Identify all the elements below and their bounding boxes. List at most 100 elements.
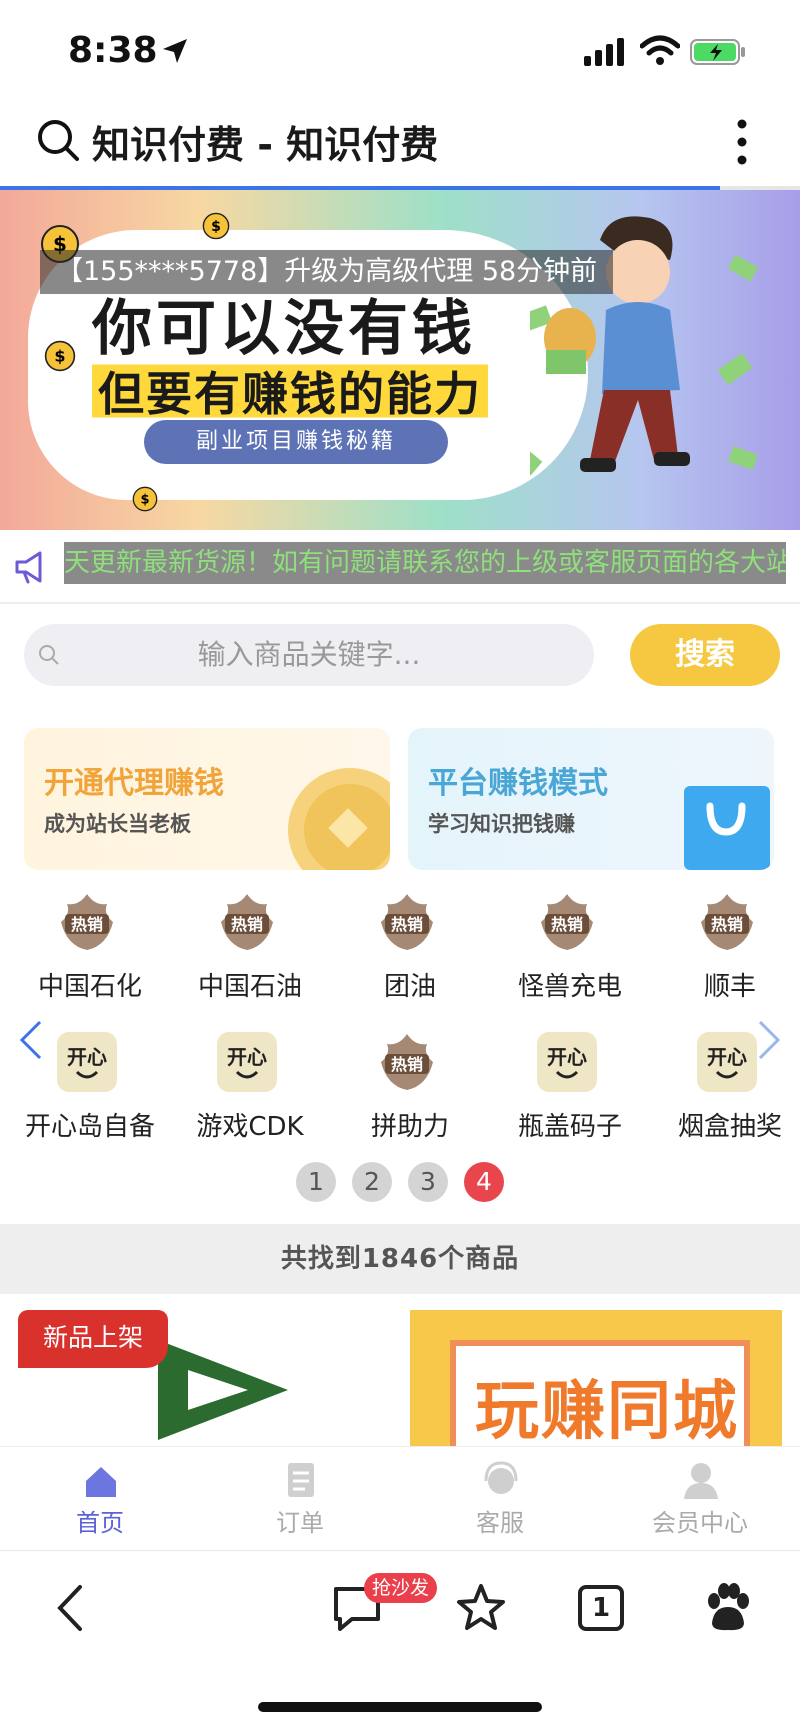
- shopping-bag-icon: [684, 786, 770, 870]
- tab-order[interactable]: 订单: [200, 1447, 400, 1551]
- star-favorite-icon[interactable]: [454, 1581, 508, 1635]
- svg-text:$: $: [54, 347, 65, 366]
- wifi-icon: [640, 35, 680, 65]
- category-item[interactable]: 热销 中国石油: [170, 880, 320, 1010]
- cellular-signal-icon: [584, 38, 624, 66]
- announcement-bar[interactable]: 天更新最新货源！如有问题请联系您的上级或客服页面的各大站: [0, 530, 800, 604]
- app-tab-bar: 首页 订单 客服 会员中心: [0, 1446, 800, 1550]
- page-dot[interactable]: 3: [408, 1162, 448, 1202]
- play-logo-icon: [158, 1340, 288, 1440]
- category-grid: 热销 中国石化 热销 中国石油 热销 团油 热销 怪兽充电 热销 顺丰 开心 开心岛自备 开心 游戏CDK…: [0, 880, 800, 1170]
- svg-text:开心: 开心: [227, 1045, 267, 1069]
- dollar-coin-icon: $: [202, 212, 230, 240]
- svg-text:$: $: [140, 493, 149, 508]
- page-dot[interactable]: 4: [464, 1162, 504, 1202]
- back-arrow-icon[interactable]: [46, 1581, 100, 1635]
- search-icon[interactable]: [36, 118, 80, 162]
- tab-service[interactable]: 客服: [400, 1447, 600, 1551]
- tab-label: 首页: [76, 1509, 124, 1537]
- location-arrow-icon: [163, 39, 187, 63]
- result-count: 共找到1846个商品: [0, 1224, 800, 1294]
- category-pagination: 1234: [0, 1162, 800, 1206]
- platform-promo-card[interactable]: 平台赚钱模式 学习知识把钱赚: [408, 728, 774, 870]
- category-label: 开心岛自备: [24, 1112, 155, 1142]
- svg-text:热销: 热销: [71, 915, 103, 934]
- dollar-coin-icon: $: [44, 340, 76, 372]
- status-time: 8:38: [68, 30, 158, 71]
- product-card[interactable]: 玩赚同城: [410, 1310, 782, 1446]
- banner-subheadline: 但要有赚钱的能力: [92, 358, 488, 424]
- category-label: 中国石油: [197, 972, 302, 1002]
- svg-text:开心: 开心: [67, 1045, 107, 1069]
- svg-text:热销: 热销: [391, 1055, 423, 1074]
- hero-banner[interactable]: $ $ $ $ 你可以没有钱 但要有赚钱的能力 副业项目赚钱秘籍 【155***…: [0, 190, 800, 530]
- order-icon: [288, 1463, 314, 1497]
- tab-home[interactable]: 首页: [0, 1447, 200, 1551]
- status-bar: 8:38: [0, 0, 800, 100]
- page-dot[interactable]: 1: [296, 1162, 336, 1202]
- hot-sale-icon: 热销: [541, 894, 593, 950]
- category-item[interactable]: 开心游戏CDK: [170, 1020, 320, 1150]
- agent-promo-title: 开通代理赚钱: [44, 766, 224, 801]
- hot-sale-icon: 热销: [701, 894, 753, 950]
- category-item[interactable]: 热销 拼助力: [330, 1020, 480, 1150]
- svg-text:热销: 热销: [551, 915, 583, 934]
- category-label: 怪兽充电: [517, 972, 622, 1002]
- baidu-paw-icon[interactable]: [700, 1581, 754, 1635]
- search-button[interactable]: 搜索: [630, 624, 780, 686]
- category-label: 游戏CDK: [196, 1112, 304, 1142]
- product-search-row: 输入商品关键字... 搜索: [0, 604, 800, 708]
- category-label: 中国石化: [37, 972, 142, 1002]
- hot-sale-icon: 热销: [381, 894, 433, 950]
- page-dot[interactable]: 2: [352, 1162, 392, 1202]
- tab-label: 客服: [476, 1509, 524, 1537]
- category-label: 瓶盖码子: [517, 1112, 622, 1142]
- kaixin-icon: 开心: [537, 1032, 597, 1092]
- category-item[interactable]: 热销 中国石化: [10, 880, 160, 1010]
- upgrade-notice-toast: 【155****5778】升级为高级代理 58分钟前: [40, 250, 614, 294]
- category-label: 拼助力: [370, 1112, 449, 1142]
- home-icon: [86, 1467, 116, 1497]
- category-label: 烟盒抽奖: [677, 1112, 782, 1142]
- new-arrival-badge: 新品上架: [18, 1310, 168, 1368]
- hot-sale-icon: 热销: [381, 1034, 433, 1090]
- category-item[interactable]: 开心 瓶盖码子: [490, 1020, 640, 1150]
- kaixin-icon: 开心: [697, 1032, 757, 1092]
- category-item[interactable]: 热销 顺丰: [650, 880, 800, 1010]
- svg-text:开心: 开心: [547, 1045, 587, 1069]
- more-menu-icon[interactable]: [732, 116, 752, 168]
- category-label: 团油: [383, 972, 436, 1002]
- product-card[interactable]: 新品上架: [18, 1310, 378, 1446]
- svg-text:开心: 开心: [707, 1045, 747, 1069]
- product-sign-text: 玩赚同城: [475, 1375, 739, 1446]
- category-item[interactable]: 热销 怪兽充电: [490, 880, 640, 1010]
- tab-member[interactable]: 会员中心: [600, 1447, 800, 1551]
- svg-text:热销: 热销: [231, 915, 263, 934]
- platform-promo-title: 平台赚钱模式: [428, 766, 608, 801]
- svg-text:热销: 热销: [711, 915, 743, 934]
- category-item[interactable]: 热销 团油: [330, 880, 480, 1010]
- comment-badge: 抢沙发: [364, 1573, 438, 1603]
- svg-text:$: $: [211, 219, 221, 235]
- agent-promo-card[interactable]: 开通代理赚钱 成为站长当老板: [24, 728, 390, 870]
- banner-cta-pill[interactable]: 副业项目赚钱秘籍: [144, 420, 448, 464]
- chevron-left-icon[interactable]: [16, 1018, 46, 1062]
- chevron-right-icon[interactable]: [754, 1018, 784, 1062]
- tab-count-button[interactable]: 1: [578, 1585, 624, 1631]
- search-placeholder: 输入商品关键字...: [197, 638, 421, 671]
- announcement-text: 天更新最新货源！如有问题请联系您的上级或客服页面的各大站: [64, 542, 786, 584]
- hot-sale-icon: 热销: [221, 894, 273, 950]
- battery-charging-icon: [690, 39, 745, 65]
- kaixin-icon: 开心: [217, 1032, 277, 1092]
- svg-text:热销: 热销: [391, 915, 423, 934]
- category-label: 顺丰: [703, 972, 756, 1002]
- service-icon: [484, 1461, 518, 1494]
- product-search-input[interactable]: 输入商品关键字...: [24, 624, 594, 686]
- agent-promo-subtitle: 成为站长当老板: [44, 812, 191, 836]
- home-indicator: [258, 1702, 542, 1712]
- tab-label: 会员中心: [652, 1509, 748, 1537]
- page-title[interactable]: 知识付费 - 知识付费: [92, 114, 438, 169]
- hot-sale-icon: 热销: [61, 894, 113, 950]
- megaphone-icon: [15, 551, 42, 584]
- gold-coin-icon: [288, 768, 390, 870]
